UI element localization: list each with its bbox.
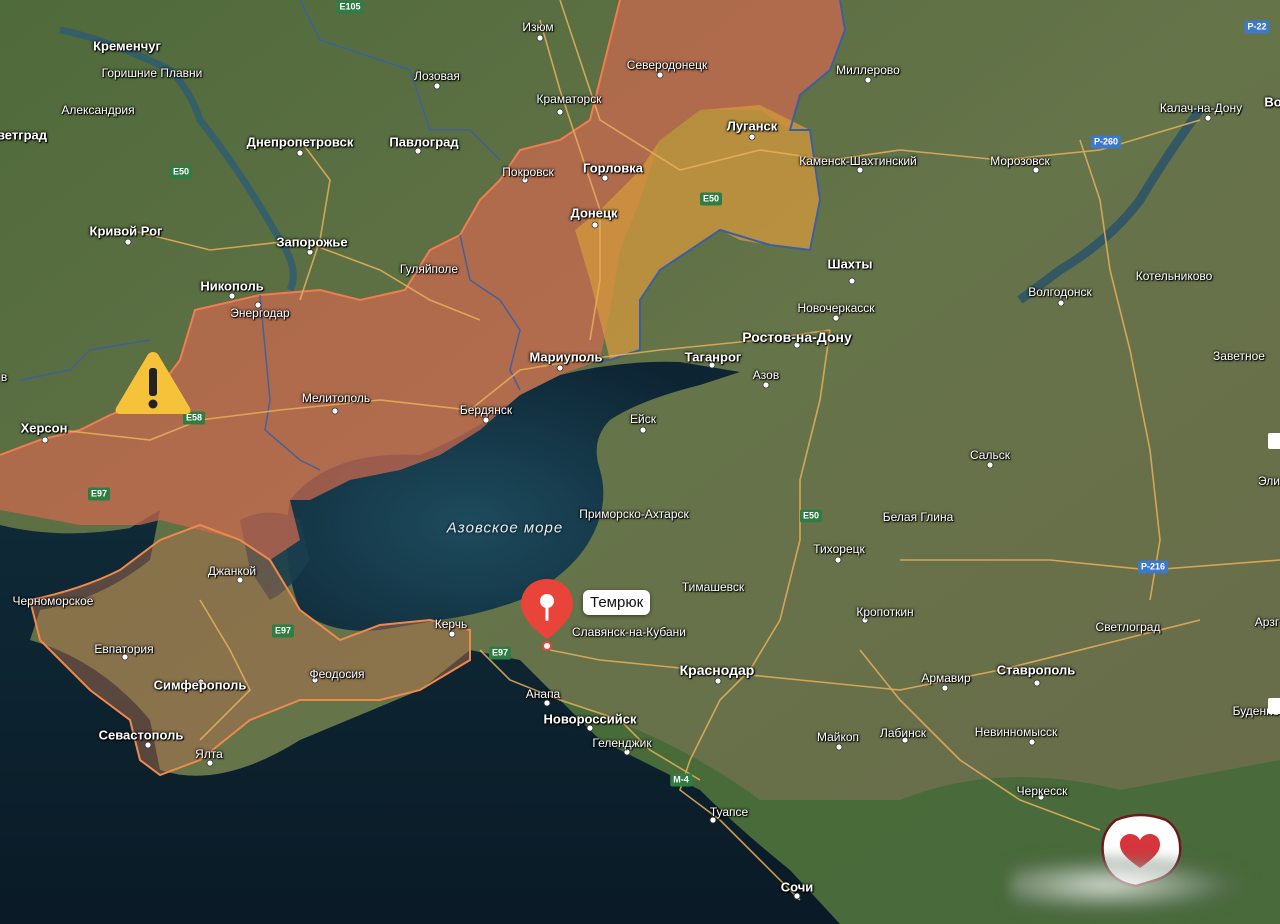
city-label: Геленджик [592, 736, 652, 750]
road-shield: P-216 [1137, 560, 1169, 574]
city-label: Симферополь [153, 677, 247, 693]
city-label: Лозовая [414, 69, 460, 83]
city-label: Арзг [1254, 615, 1280, 629]
city-label: Запорожье [276, 234, 348, 250]
city-label: Азов [752, 368, 780, 382]
city-label: Светлоград [1095, 620, 1161, 634]
city-label: Ейск [630, 412, 656, 426]
road-shield: E50 [699, 192, 723, 206]
city-label: Феодосия [309, 667, 365, 681]
road-shield: E105 [336, 0, 364, 14]
city-label: Приморско-Ахтарск [579, 507, 689, 521]
city-label: Туапсе [709, 805, 749, 819]
city-label: Черноморское [12, 594, 94, 608]
city-label: Гуляйполе [399, 262, 459, 276]
city-label: Сальск [970, 448, 1010, 462]
road-shield: P-260 [1090, 135, 1122, 149]
road-shield: E97 [488, 646, 512, 660]
road-shield: E97 [87, 487, 111, 501]
watermark-overlay [1010, 855, 1250, 915]
city-label: Кропоткин [856, 605, 914, 619]
edge-marker [1268, 698, 1280, 714]
city-label: Во [1264, 94, 1280, 110]
city-label: Майкоп [816, 730, 860, 744]
city-label: Херсон [20, 420, 68, 436]
city-label: Горишние Плавни [101, 66, 203, 80]
city-label: Анапа [525, 687, 561, 701]
city-label: Котельниково [1135, 269, 1213, 283]
city-label: Калач-на-Дону [1159, 101, 1243, 115]
city-label: Невинномысск [974, 725, 1058, 739]
city-label: Миллерово [836, 63, 900, 77]
location-pin-icon[interactable] [519, 577, 575, 655]
city-label: Севастополь [98, 727, 184, 743]
city-label: Донецк [570, 205, 618, 221]
city-label: Краснодар [679, 662, 755, 678]
city-label: Кривой Рог [89, 223, 163, 239]
city-label: Северодонецк [626, 58, 708, 72]
road-shield: E50 [169, 165, 193, 179]
city-label: Новочеркасск [797, 301, 875, 315]
sea-label: Азовское море [446, 519, 564, 537]
city-label: Ставрополь [996, 662, 1076, 678]
city-label: Энергодар [230, 306, 290, 320]
city-label: Лабинск [879, 726, 927, 740]
city-label: Заветное [1213, 349, 1265, 363]
city-label: Шахты [827, 256, 873, 272]
warning-icon[interactable] [112, 348, 194, 418]
city-label: Мариуполь [529, 349, 603, 365]
city-label: Краматорск [536, 92, 602, 106]
city-label: Изюм [522, 20, 554, 34]
city-label: Днепропетровск [246, 134, 354, 150]
city-label: Белая Глина [882, 510, 954, 524]
city-label: Мелитополь [301, 391, 371, 405]
edge-marker [1268, 433, 1280, 449]
city-label: Таганрог [684, 349, 742, 365]
city-label: Бердянск [459, 403, 513, 417]
city-label: Покровск [502, 165, 554, 179]
road-shield: E97 [271, 624, 295, 638]
city-label: Морозовск [990, 154, 1050, 168]
city-label: Горловка [582, 160, 644, 176]
city-label: Новороссийск [543, 711, 637, 727]
city-label: Черкесск [1016, 784, 1068, 798]
city-label: Тимашевск [681, 580, 745, 594]
road-shield: P-22 [1244, 20, 1270, 34]
city-label: в [0, 370, 8, 384]
city-label: Луганск [726, 118, 778, 134]
city-label: Ростов-на-Дону [742, 329, 852, 345]
city-label: Керчь [434, 617, 468, 631]
city-label: Тихорецк [813, 542, 865, 556]
city-label: Волгодонск [1028, 285, 1092, 299]
city-label: Каменск-Шахтинский [799, 154, 917, 168]
city-label: Сочи [780, 879, 814, 895]
road-shield: E50 [799, 509, 823, 523]
map-canvas[interactable] [0, 0, 1280, 924]
city-label: Эли [1258, 474, 1280, 488]
city-label: Александрия [61, 103, 135, 117]
city-label: Армавир [921, 671, 971, 685]
city-label: Кременчуг [93, 38, 161, 54]
city-label: Никополь [200, 278, 264, 294]
city-label: Павлоград [389, 134, 459, 150]
city-label: Джанкой [207, 564, 257, 578]
city-label: ветград [0, 127, 48, 143]
map-view[interactable]: Кременчуг Горишние Плавни Александрия ветгр… [0, 0, 1280, 924]
city-label: Ялта [195, 747, 223, 761]
city-label: Славянск-на-Кубани [572, 625, 686, 639]
road-shield: M-4 [670, 773, 692, 787]
selected-place-label[interactable]: Темрюк [583, 590, 651, 615]
city-label: Евпатория [94, 642, 154, 656]
